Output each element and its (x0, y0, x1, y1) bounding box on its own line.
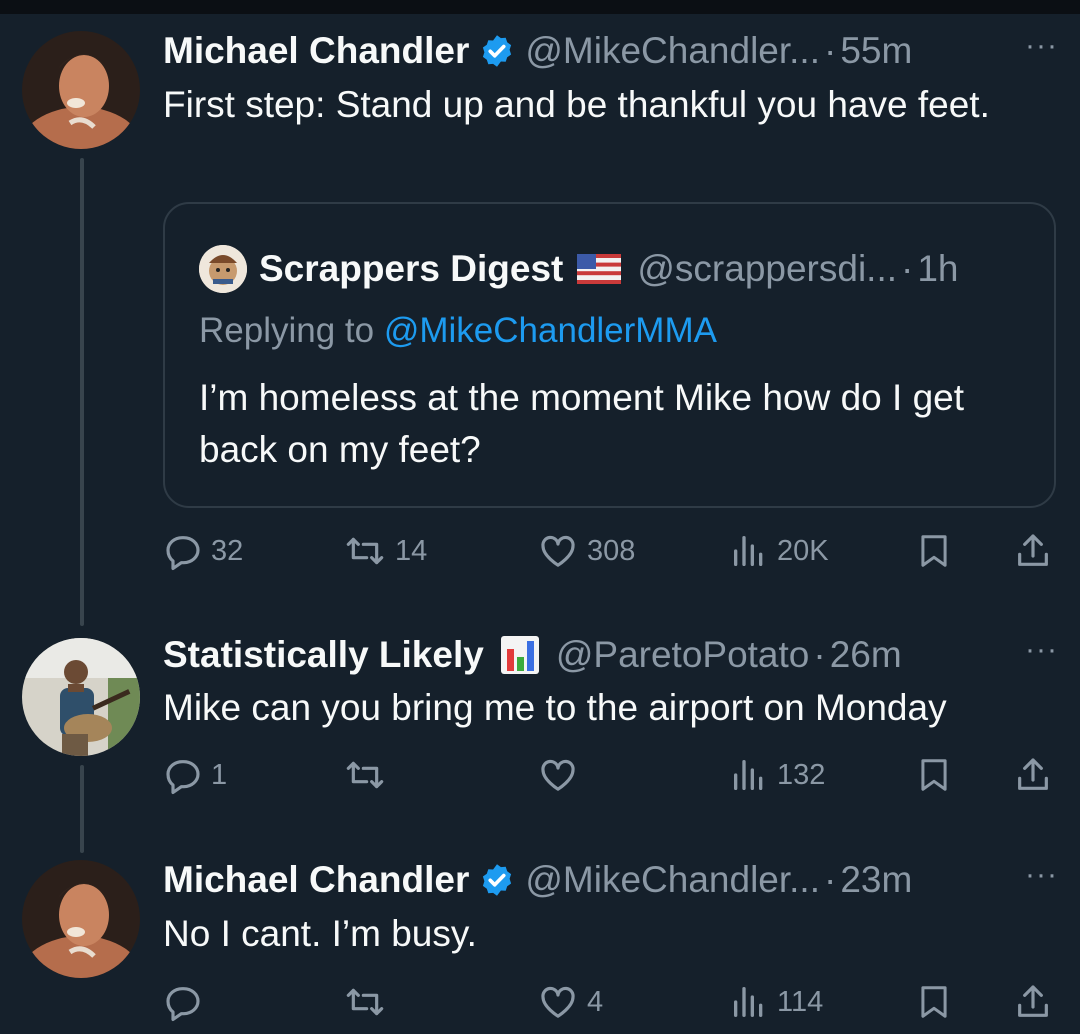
tweet-text: No I cant. I’m busy. (163, 913, 477, 954)
share-icon (1018, 758, 1048, 790)
retweet-button[interactable] (343, 977, 395, 1027)
separator: · (824, 859, 837, 900)
bookmark-button[interactable] (915, 977, 953, 1027)
share-button[interactable] (1013, 750, 1053, 800)
tweet-text: First step: Stand up and be thankful you… (163, 84, 990, 125)
retweet-icon (346, 988, 384, 1016)
share-button[interactable] (1013, 977, 1053, 1027)
author-handle[interactable]: @MikeChandler... (525, 855, 820, 905)
verified-badge-icon (479, 862, 515, 898)
reply-button[interactable]: 1 (163, 750, 227, 800)
avatar[interactable] (22, 860, 140, 978)
like-button[interactable]: 308 (537, 526, 635, 576)
views-icon (734, 760, 763, 790)
views-count: 20K (777, 534, 829, 567)
tweet-header: Michael Chandler @MikeChandler... · 55m … (163, 26, 1058, 76)
bookmark-icon (921, 759, 947, 791)
quoted-tweet[interactable]: Scrappers Digest @scrappersdi... · 1h Re… (163, 202, 1056, 508)
tweet-text: Mike can you bring me to the airport on … (163, 687, 947, 728)
views-icon (734, 987, 763, 1017)
like-button[interactable]: 4 (537, 977, 603, 1027)
tweet-actions: 4 114 (163, 977, 1058, 1027)
like-count: 308 (587, 534, 636, 567)
reply-icon (166, 760, 200, 795)
retweet-button[interactable] (343, 750, 395, 800)
bookmark-icon (921, 535, 947, 567)
more-icon[interactable]: ··· (1025, 26, 1058, 66)
reply-icon (166, 536, 200, 571)
quoted-tweet-text: I’m homeless at the moment Mike how do I… (199, 377, 965, 470)
quoted-timestamp[interactable]: 1h (917, 248, 958, 290)
bookmark-button[interactable] (915, 750, 953, 800)
us-flag-icon (577, 254, 622, 284)
tweet-actions: 1 132 (163, 750, 1058, 800)
timestamp[interactable]: 26m (830, 630, 902, 680)
author-name[interactable]: Michael Chandler (163, 855, 469, 905)
top-status-strip (0, 0, 1080, 14)
bar-chart-emoji-icon (500, 635, 540, 675)
like-icon (541, 986, 575, 1018)
like-icon (541, 535, 575, 567)
retweet-count: 14 (395, 534, 428, 567)
bookmark-button[interactable] (915, 526, 953, 576)
like-icon (541, 759, 575, 791)
quoted-tweet-header: Scrappers Digest @scrappersdi... · 1h (199, 244, 959, 294)
quoted-avatar[interactable] (199, 245, 247, 293)
views-button[interactable]: 132 (729, 750, 825, 800)
reply-icon (166, 987, 200, 1022)
reply-count: 1 (211, 758, 228, 791)
separator: · (901, 248, 914, 289)
share-button[interactable] (1013, 526, 1053, 576)
reply-button[interactable] (163, 977, 211, 1027)
tweet-header: Michael Chandler @MikeChandler... · 23m … (163, 855, 1058, 905)
replying-to-mention[interactable]: @MikeChandlerMMA (384, 311, 717, 350)
like-button[interactable] (537, 750, 587, 800)
replying-to-label: Replying to (199, 311, 375, 350)
views-count: 132 (777, 758, 826, 791)
reply-count: 32 (211, 534, 244, 567)
avatar[interactable] (22, 31, 140, 149)
reply-button[interactable]: 32 (163, 526, 243, 576)
retweet-button[interactable]: 14 (343, 526, 427, 576)
avatar[interactable] (22, 638, 140, 756)
separator: · (813, 634, 826, 675)
timestamp[interactable]: 23m (840, 855, 912, 905)
verified-badge-icon (479, 33, 515, 69)
replying-to-line: Replying to @MikeChandlerMMA (199, 311, 717, 351)
bookmark-icon (921, 986, 947, 1018)
views-count: 114 (777, 985, 824, 1018)
tweet[interactable]: Michael Chandler @MikeChandler... · 55m … (0, 26, 1080, 596)
like-count: 4 (587, 985, 604, 1018)
more-icon[interactable]: ··· (1025, 630, 1058, 670)
retweet-icon (346, 761, 384, 789)
author-name[interactable]: Michael Chandler (163, 26, 469, 76)
views-button[interactable]: 114 (729, 977, 823, 1027)
share-icon (1018, 534, 1048, 566)
tweet[interactable]: Michael Chandler @MikeChandler... · 23m … (0, 855, 1080, 1034)
author-name[interactable]: Statistically Likely (163, 630, 484, 680)
quoted-author-handle[interactable]: @scrappersdi... (637, 248, 897, 290)
tweet[interactable]: Statistically Likely @ParetoPotato · 26m… (0, 630, 1080, 810)
author-handle[interactable]: @MikeChandler... (525, 26, 820, 76)
share-icon (1018, 985, 1048, 1017)
author-handle[interactable]: @ParetoPotato (556, 630, 810, 680)
retweet-icon (346, 537, 384, 565)
views-button[interactable]: 20K (729, 526, 829, 576)
timestamp[interactable]: 55m (840, 26, 912, 76)
tweet-header: Statistically Likely @ParetoPotato · 26m… (163, 630, 1058, 680)
separator: · (824, 30, 837, 71)
views-icon (734, 536, 763, 566)
tweet-actions: 32 14 308 20K (163, 526, 1058, 576)
quoted-author-name[interactable]: Scrappers Digest (259, 248, 563, 290)
more-icon[interactable]: ··· (1025, 855, 1058, 895)
